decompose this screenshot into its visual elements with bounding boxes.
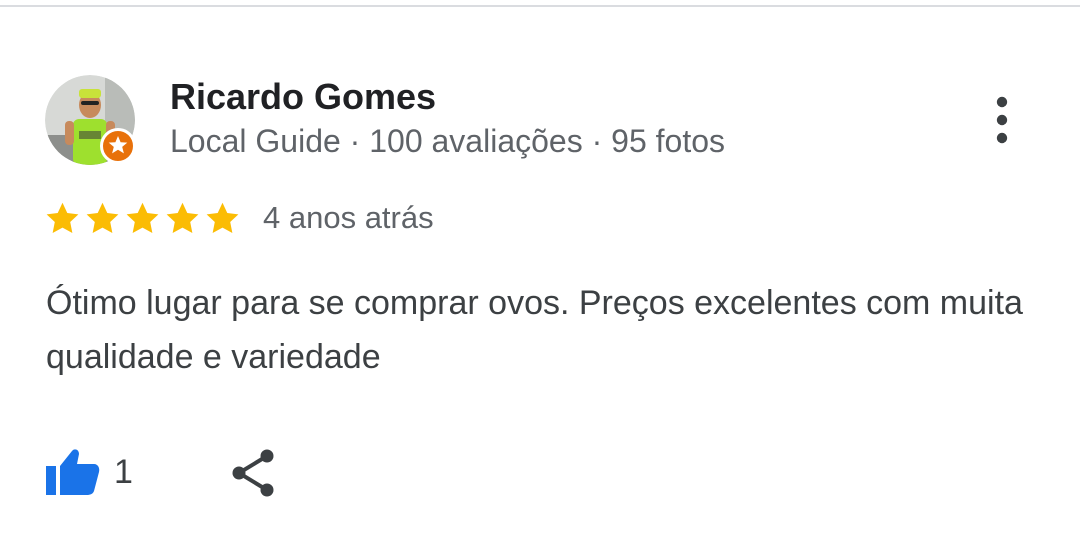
more-vert-icon [996, 96, 1008, 144]
like-button[interactable]: 1 [44, 444, 133, 500]
thumbs-up-icon [46, 449, 100, 495]
share-icon [232, 449, 274, 497]
rating-row: 4 anos atrás [44, 196, 434, 240]
more-options-button[interactable] [980, 92, 1024, 148]
star-icon [206, 202, 239, 233]
star-rating [44, 200, 241, 237]
reviewer-name[interactable]: Ricardo Gomes [170, 76, 436, 118]
review-text: Ótimo lugar para se comprar ovos. Preços… [46, 284, 1023, 376]
star-icon [126, 202, 159, 233]
local-guide-badge-icon [100, 128, 136, 164]
avatar[interactable] [45, 75, 136, 165]
star-icon [166, 202, 199, 233]
review-date: 4 anos atrás [263, 200, 434, 235]
reviewer-meta: Local Guide · 100 avaliações · 95 fotos [170, 123, 725, 159]
star-icon [86, 202, 119, 233]
star-icon [46, 202, 79, 233]
top-divider [0, 5, 1080, 7]
review-card: Ricardo Gomes Local Guide · 100 avaliaçõ… [0, 0, 1080, 534]
like-count: 1 [114, 452, 133, 491]
share-button[interactable] [228, 448, 278, 498]
